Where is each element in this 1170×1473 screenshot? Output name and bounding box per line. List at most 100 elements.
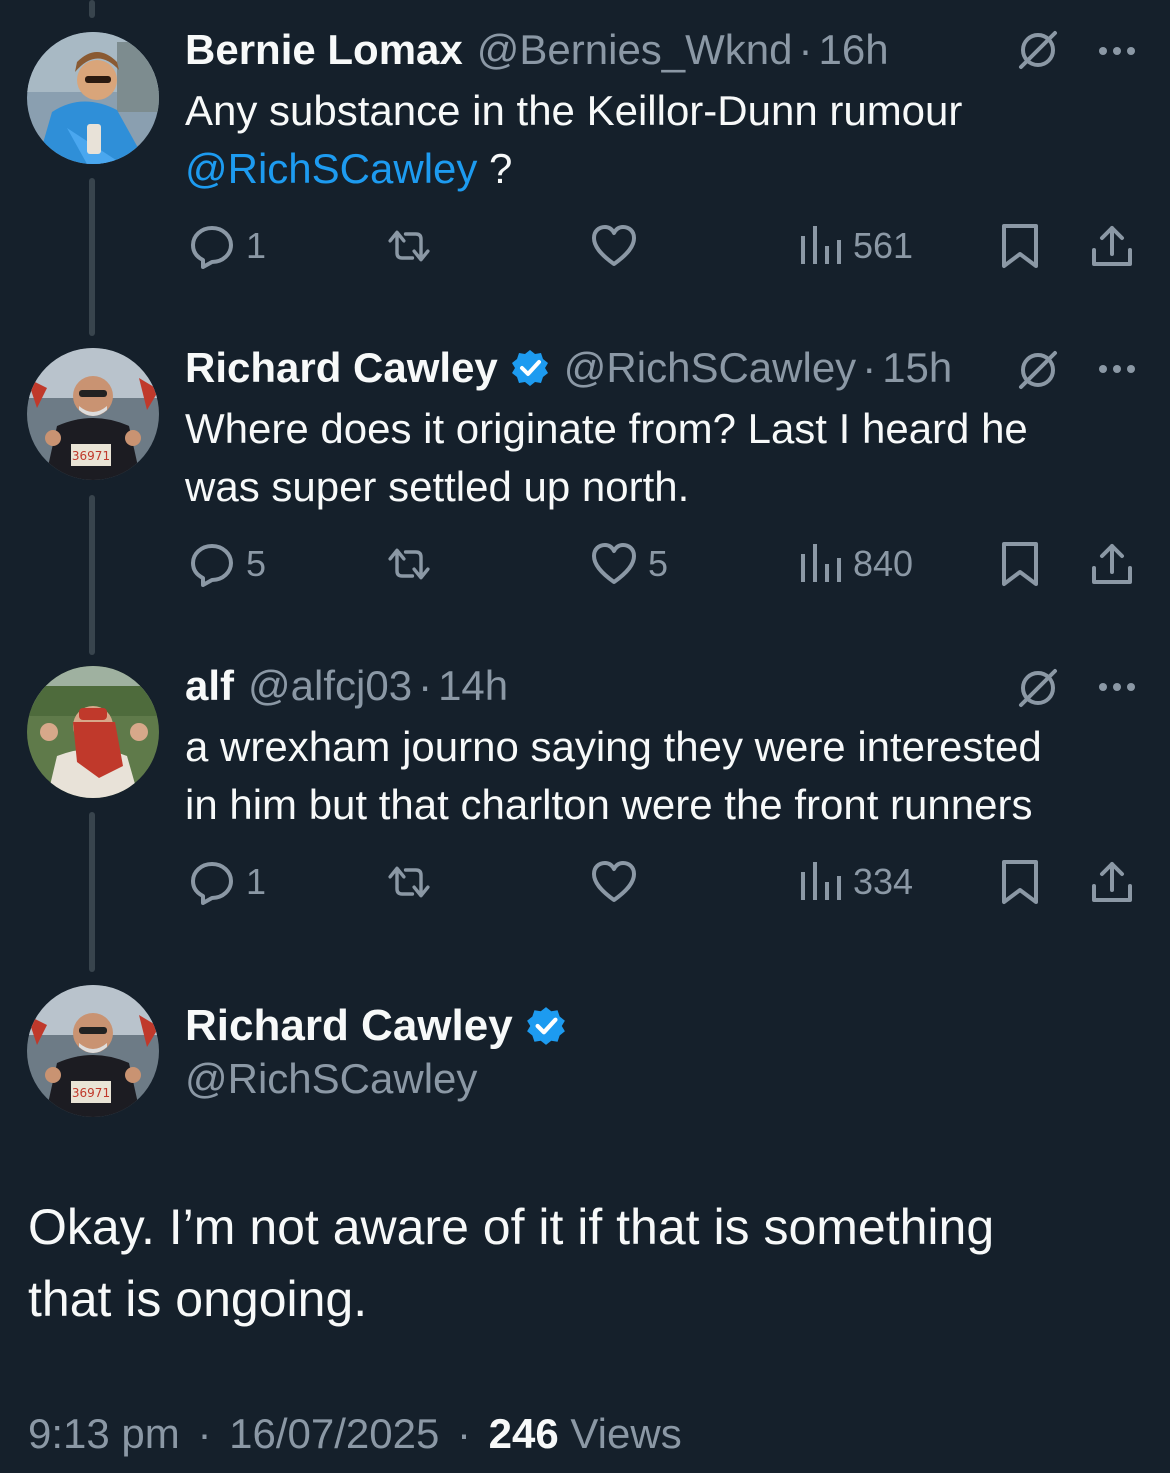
- avatar[interactable]: 36971: [27, 348, 159, 480]
- tweet-time[interactable]: 14h: [438, 662, 508, 710]
- more-icon[interactable]: [1097, 363, 1137, 375]
- main-tweet-text: Okay. I’m not aware of it if that is som…: [28, 1191, 1138, 1335]
- bookmark-button[interactable]: [996, 540, 1044, 588]
- avatar[interactable]: 36971: [27, 985, 159, 1117]
- avatar[interactable]: [27, 32, 159, 164]
- retweet-button[interactable]: [385, 222, 433, 270]
- bookmark-icon: [1002, 224, 1038, 268]
- separator-dot: ·: [457, 1410, 471, 1457]
- separator-dot: ·: [197, 1410, 212, 1457]
- tweet-meta: 9:13 pm · 16/07/2025 · 246 Views: [28, 1410, 682, 1458]
- views-button[interactable]: 561: [795, 222, 913, 270]
- tweet-header: Bernie Lomax @Bernies_Wknd · 16h: [185, 25, 1150, 75]
- heart-icon: [592, 225, 636, 266]
- tweet-text-line-2: was super settled up north.: [185, 463, 690, 510]
- views-icon: [801, 862, 841, 900]
- retweet-icon: [388, 866, 430, 898]
- tweet-time[interactable]: 16h: [819, 26, 889, 74]
- reply-icon: [191, 226, 233, 269]
- like-button[interactable]: [590, 858, 638, 906]
- bookmark-button[interactable]: [996, 222, 1044, 270]
- reply-icon: [191, 862, 233, 905]
- tweet-3[interactable]: alf @alfcj03 · 14h a wrexham journo sayi…: [0, 661, 1170, 941]
- main-tweet: 36971 Richard Cawley @RichSCawley Okay. …: [0, 985, 1170, 1473]
- views-count: 334: [853, 861, 914, 902]
- like-button[interactable]: [590, 222, 638, 270]
- tweet-text: a wrexham journo saying they were intere…: [185, 718, 1150, 834]
- share-button[interactable]: [1088, 222, 1136, 270]
- grok-icon[interactable]: [1015, 27, 1061, 73]
- separator-dot: ·: [862, 344, 877, 391]
- reply-count: 1: [246, 225, 267, 266]
- views-button[interactable]: 334: [795, 858, 913, 906]
- share-icon: [1092, 862, 1132, 902]
- bookmark-button[interactable]: [996, 858, 1044, 906]
- bookmark-icon: [1002, 542, 1038, 586]
- tweet-2[interactable]: 36971 Richard Cawley @RichSCawley · 15h …: [0, 343, 1170, 623]
- retweet-button[interactable]: [385, 540, 433, 588]
- tweet-text: Any substance in the Keillor-Dunn rumour…: [185, 82, 1130, 198]
- display-name[interactable]: alf: [185, 662, 234, 710]
- retweet-icon: [388, 548, 430, 580]
- reply-button[interactable]: 1: [188, 222, 266, 270]
- like-count: 5: [648, 543, 669, 584]
- tweet-text: Where does it originate from? Last I hea…: [185, 400, 1130, 516]
- user-handle[interactable]: @alfcj03: [248, 662, 412, 710]
- reply-count: 5: [246, 543, 267, 584]
- tweet-time[interactable]: 9:13 pm: [28, 1410, 180, 1457]
- views-count: 561: [853, 225, 914, 266]
- reply-button[interactable]: 5: [188, 540, 266, 588]
- avatar[interactable]: [27, 666, 159, 798]
- grok-icon[interactable]: [1015, 665, 1061, 711]
- separator-dot: ·: [418, 662, 433, 709]
- main-text-line-1: Okay. I’m not aware of it if that is som…: [28, 1199, 995, 1255]
- tweet-text-line-1: Where does it originate from? Last I hea…: [185, 405, 1028, 452]
- more-icon[interactable]: [1097, 681, 1137, 693]
- heart-icon: [592, 543, 636, 584]
- tweet-text-line-2: in him but that charlton were the front …: [185, 781, 1033, 828]
- more-icon[interactable]: [1097, 45, 1137, 57]
- tweet-text-main: Any substance in the Keillor-Dunn rumour: [185, 87, 963, 134]
- share-button[interactable]: [1088, 858, 1136, 906]
- action-bar: 5 5 840: [0, 540, 1170, 590]
- share-icon: [1092, 226, 1132, 266]
- grok-icon[interactable]: [1015, 347, 1061, 393]
- heart-icon: [592, 861, 636, 902]
- views-button[interactable]: 840: [795, 540, 913, 588]
- user-handle[interactable]: @Bernies_Wknd: [477, 26, 793, 74]
- reply-count: 1: [246, 861, 267, 902]
- views-count: 840: [853, 543, 914, 584]
- like-button[interactable]: 5: [590, 540, 668, 588]
- views-count: 246: [488, 1410, 559, 1457]
- views-icon: [801, 226, 841, 264]
- views-icon: [801, 544, 841, 582]
- tweet-text-suffix: ?: [477, 145, 513, 192]
- main-author-row: Richard Cawley: [185, 999, 567, 1053]
- retweet-icon: [388, 230, 430, 262]
- tweet-text-line-1: a wrexham journo saying they were intere…: [185, 723, 1042, 770]
- separator-dot: ·: [798, 26, 813, 73]
- tweet-header: alf @alfcj03 · 14h: [185, 661, 1150, 711]
- views-label: Views: [570, 1410, 682, 1457]
- mention-link[interactable]: @RichSCawley: [185, 145, 477, 192]
- bookmark-icon: [1002, 860, 1038, 904]
- tweet-time[interactable]: 15h: [882, 344, 952, 392]
- action-bar: 1 334: [0, 858, 1170, 908]
- display-name[interactable]: Richard Cawley: [185, 344, 498, 392]
- user-handle[interactable]: @RichSCawley: [564, 344, 856, 392]
- display-name[interactable]: Richard Cawley: [185, 1001, 513, 1051]
- thread-line-top: [89, 0, 95, 18]
- user-handle[interactable]: @RichSCawley: [185, 1055, 477, 1103]
- reply-button[interactable]: 1: [188, 858, 266, 906]
- svg-text:36971: 36971: [72, 1086, 110, 1100]
- share-icon: [1092, 544, 1132, 584]
- svg-text:36971: 36971: [72, 449, 110, 463]
- verified-badge-icon[interactable]: [525, 1005, 567, 1047]
- verified-badge-icon[interactable]: [510, 348, 550, 388]
- share-button[interactable]: [1088, 540, 1136, 588]
- display-name[interactable]: Bernie Lomax: [185, 26, 463, 74]
- tweet-1[interactable]: Bernie Lomax @Bernies_Wknd · 16h Any sub…: [0, 25, 1170, 305]
- tweet-date[interactable]: 16/07/2025: [229, 1410, 439, 1457]
- retweet-button[interactable]: [385, 858, 433, 906]
- reply-icon: [191, 544, 233, 587]
